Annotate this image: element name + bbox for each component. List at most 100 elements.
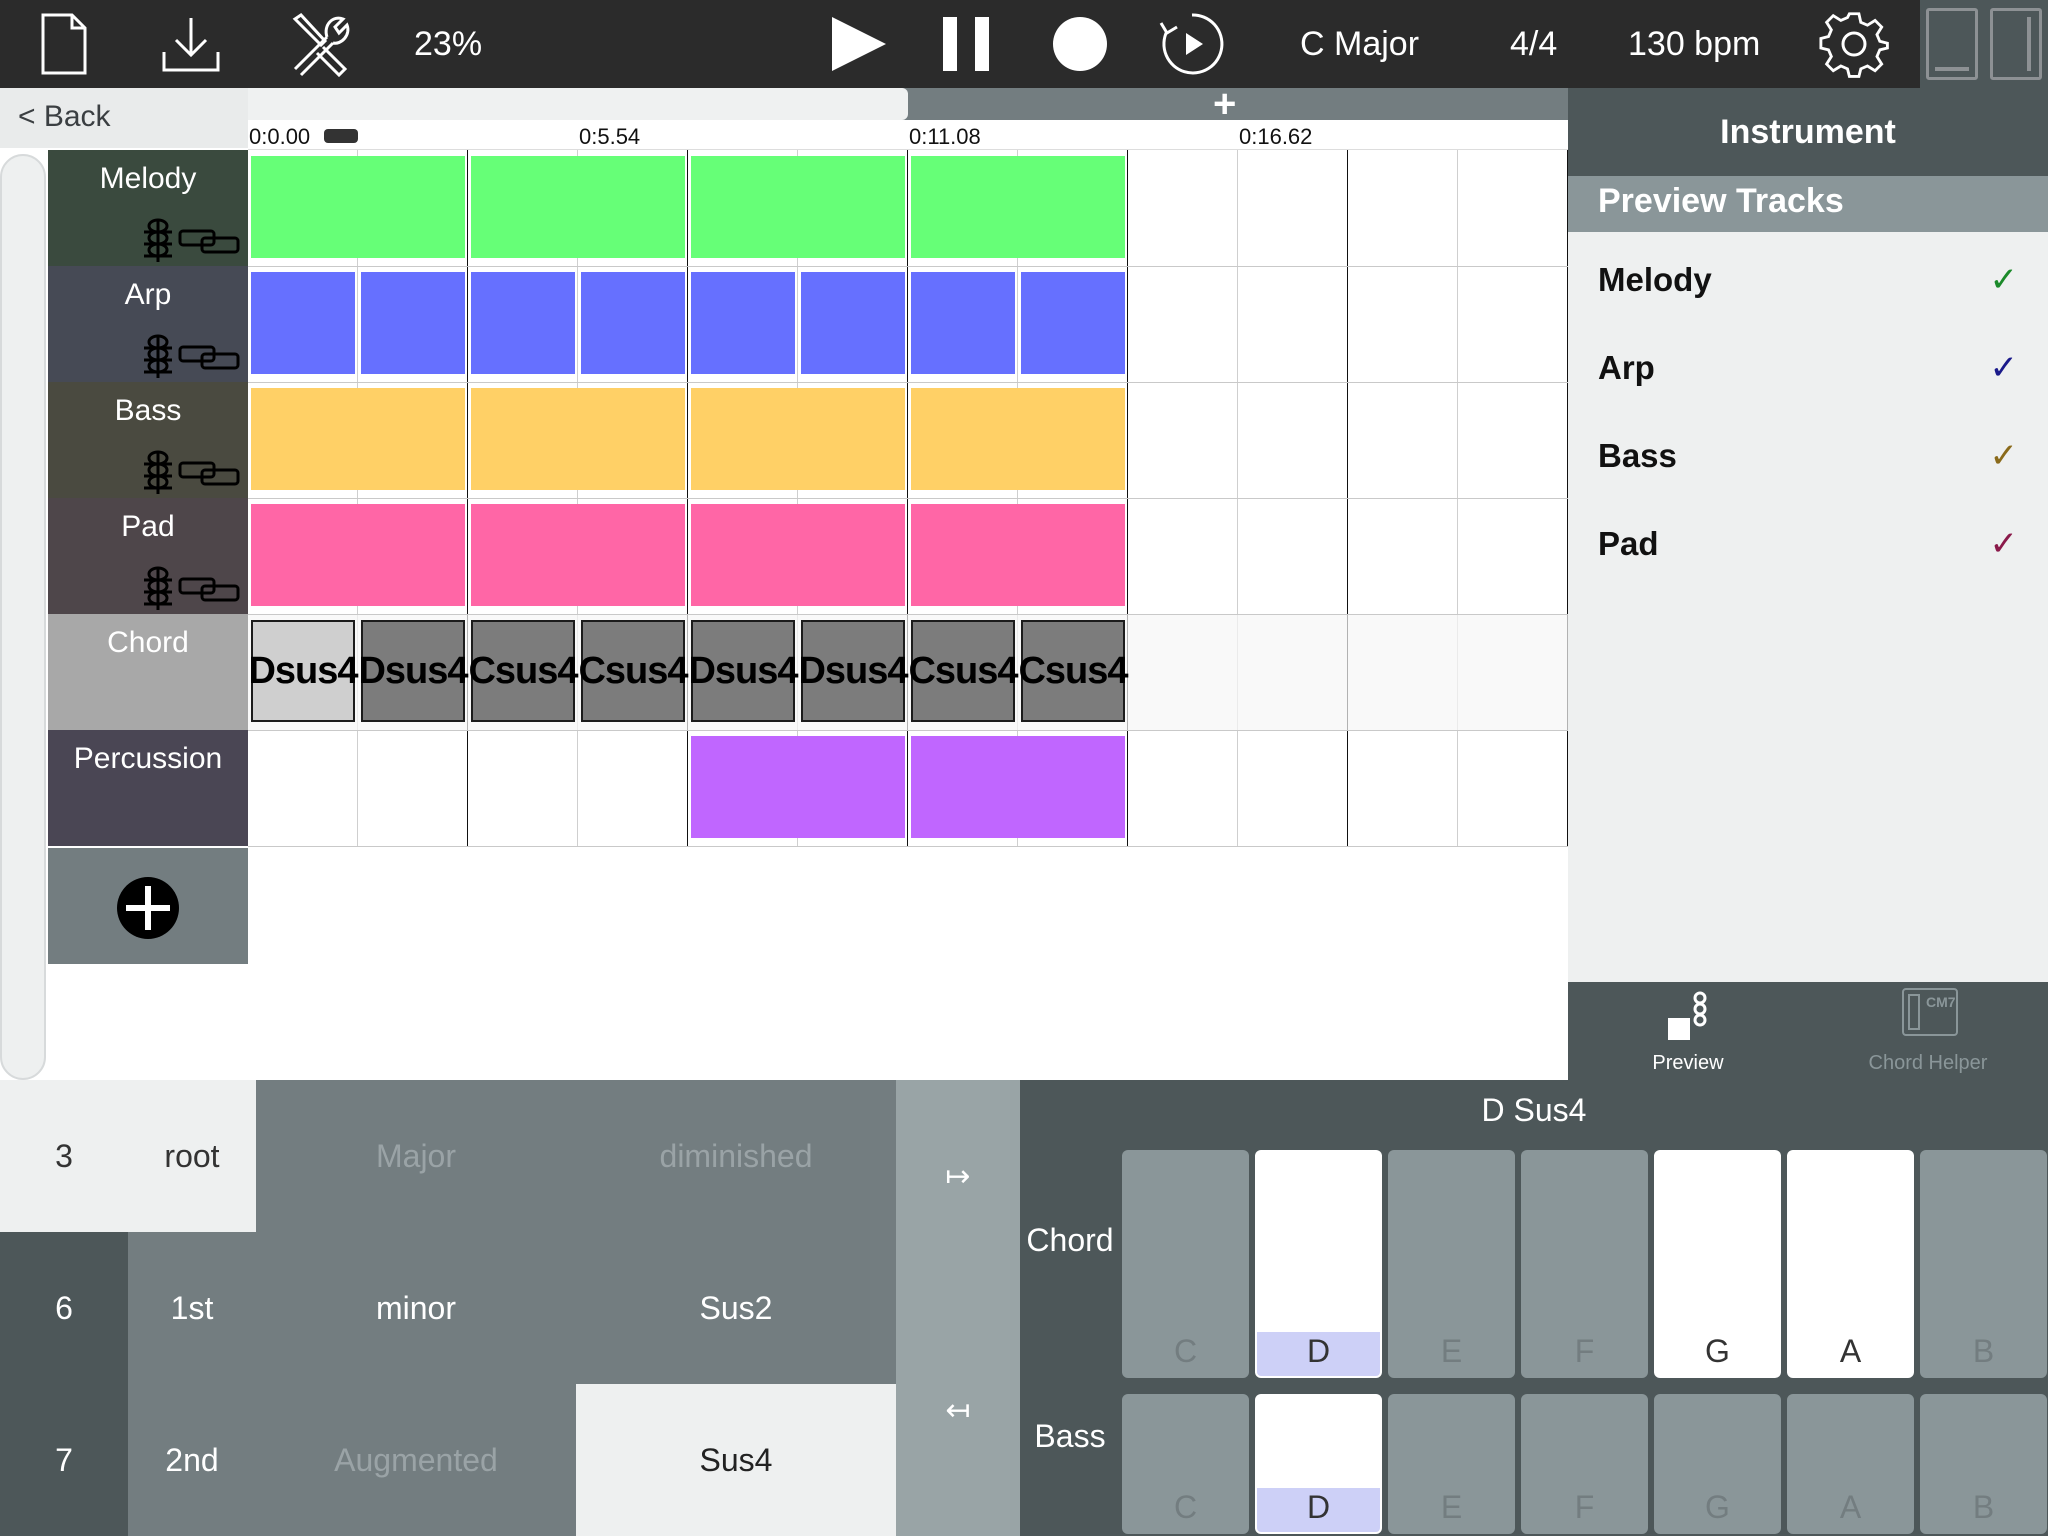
bass-key-b[interactable]: B <box>1920 1394 2047 1534</box>
tools-icon[interactable] <box>284 0 356 88</box>
track-header-melody[interactable]: Melody <box>48 150 248 266</box>
preview-track-bass[interactable]: Bass ✓ <box>1598 412 2018 500</box>
extension-3[interactable]: 3 <box>0 1080 128 1232</box>
gear-icon[interactable] <box>1818 0 1890 88</box>
bottom-panel-toggle-icon[interactable] <box>1926 8 1978 80</box>
quality-sus2[interactable]: Sus2 <box>576 1232 896 1384</box>
tab-preview[interactable]: Preview <box>1568 982 1808 1080</box>
side-panel-toggle-icon[interactable] <box>1990 8 2042 80</box>
chord-block[interactable]: Csus4 <box>578 620 689 722</box>
clip-melody[interactable] <box>471 156 685 258</box>
clip-pad[interactable] <box>911 504 1125 606</box>
extension-6[interactable]: 6 <box>0 1232 128 1384</box>
chord-key-g[interactable]: G <box>1654 1150 1781 1378</box>
track-header-chord[interactable]: Chord <box>48 614 248 730</box>
clip-arp[interactable] <box>581 272 685 374</box>
bass-key-e[interactable]: E <box>1388 1394 1515 1534</box>
timeline-scrollbar[interactable]: + <box>248 82 1568 126</box>
chord-block[interactable]: Dsus4 <box>798 620 909 722</box>
inversion-root[interactable]: root <box>128 1080 256 1232</box>
clip-percussion[interactable] <box>691 736 905 838</box>
quality-sus4[interactable]: Sus4 <box>576 1384 896 1536</box>
chord-key-c[interactable]: C <box>1122 1150 1249 1378</box>
clip-arp[interactable] <box>911 272 1015 374</box>
clip-melody[interactable] <box>911 156 1125 258</box>
clip-arp[interactable] <box>361 272 465 374</box>
vertical-scrollbar[interactable] <box>0 154 46 1080</box>
bass-key-f[interactable]: F <box>1521 1394 1648 1534</box>
chord-key-e[interactable]: E <box>1388 1150 1515 1378</box>
quality-minor[interactable]: minor <box>256 1232 576 1384</box>
clip-pad[interactable] <box>471 504 685 606</box>
clip-percussion[interactable] <box>911 736 1125 838</box>
timeline-ruler[interactable]: 0:0.00 0:5.54 0:11.08 0:16.62 <box>248 120 1568 150</box>
chord-block[interactable]: Dsus4 <box>688 620 799 722</box>
playhead[interactable] <box>324 129 358 143</box>
track-header-pad[interactable]: Pad <box>48 498 248 614</box>
arrangement-grid[interactable]: Dsus4 Dsus4 Csus4 Csus4 Dsus4 Dsus4 Csus4 Csus4 <box>248 150 1568 847</box>
tempo[interactable]: 130 bpm <box>1628 0 1760 88</box>
instrument-icon[interactable] <box>140 218 176 264</box>
clip-arp[interactable] <box>801 272 905 374</box>
track-header-bass[interactable]: Bass <box>48 382 248 498</box>
track-header-arp[interactable]: Arp <box>48 266 248 382</box>
tab-chord-helper[interactable]: CM7 Chord Helper <box>1808 982 2048 1080</box>
quality-major[interactable]: Major <box>256 1080 576 1232</box>
clip-arp[interactable] <box>691 272 795 374</box>
clip-bass[interactable] <box>691 388 905 490</box>
bass-key-d[interactable]: D <box>1255 1394 1382 1534</box>
key-signature[interactable]: C Major <box>1300 0 1419 88</box>
chord-key-a[interactable]: A <box>1787 1150 1914 1378</box>
instrument-icon[interactable] <box>140 334 176 380</box>
shift-right-button[interactable]: ↦ <box>896 1136 1020 1216</box>
preview-tracks-header: Preview Tracks <box>1568 176 2048 232</box>
chord-block[interactable]: Dsus4 <box>248 620 359 722</box>
shift-left-button[interactable]: ↤ <box>896 1370 1020 1450</box>
chord-key-b[interactable]: B <box>1920 1150 2047 1378</box>
bass-key-g[interactable]: G <box>1654 1394 1781 1534</box>
link-icon[interactable] <box>178 574 240 604</box>
clip-bass[interactable] <box>251 388 465 490</box>
clip-pad[interactable] <box>691 504 905 606</box>
clip-bass[interactable] <box>911 388 1125 490</box>
quality-diminished[interactable]: diminished <box>576 1080 896 1232</box>
preview-track-arp[interactable]: Arp ✓ <box>1598 324 2018 412</box>
clip-bass[interactable] <box>471 388 685 490</box>
instrument-icon[interactable] <box>140 566 176 612</box>
clip-melody[interactable] <box>251 156 465 258</box>
download-icon[interactable] <box>158 0 224 88</box>
pause-icon[interactable] <box>940 0 992 88</box>
record-icon[interactable] <box>1050 0 1110 88</box>
scroll-thumb[interactable] <box>248 88 908 120</box>
link-icon[interactable] <box>178 226 240 256</box>
back-button[interactable]: < Back <box>18 100 111 134</box>
new-file-icon[interactable] <box>36 0 92 88</box>
inversion-1st[interactable]: 1st <box>128 1232 256 1384</box>
chord-block[interactable]: Csus4 <box>908 620 1019 722</box>
clip-pad[interactable] <box>251 504 465 606</box>
clip-melody[interactable] <box>691 156 905 258</box>
play-icon[interactable] <box>826 0 890 88</box>
clip-arp[interactable] <box>471 272 575 374</box>
track-header-percussion[interactable]: Percussion <box>48 730 248 846</box>
loop-play-icon[interactable] <box>1158 0 1226 88</box>
instrument-icon[interactable] <box>140 450 176 496</box>
chord-block[interactable]: Dsus4 <box>358 620 469 722</box>
link-icon[interactable] <box>178 342 240 372</box>
chord-key-d[interactable]: D <box>1255 1150 1382 1378</box>
extension-7[interactable]: 7 <box>0 1384 128 1536</box>
clip-arp[interactable] <box>1021 272 1125 374</box>
bass-key-a[interactable]: A <box>1787 1394 1914 1534</box>
chord-key-f[interactable]: F <box>1521 1150 1648 1378</box>
chord-block[interactable]: Csus4 <box>468 620 579 722</box>
chord-block[interactable]: Csus4 <box>1018 620 1129 722</box>
add-track-icon[interactable] <box>116 876 180 945</box>
clip-arp[interactable] <box>251 272 355 374</box>
inversion-2nd[interactable]: 2nd <box>128 1384 256 1536</box>
bass-key-c[interactable]: C <box>1122 1394 1249 1534</box>
preview-track-melody[interactable]: Melody ✓ <box>1598 236 2018 324</box>
quality-augmented[interactable]: Augmented <box>256 1384 576 1536</box>
preview-track-pad[interactable]: Pad ✓ <box>1598 500 2018 588</box>
time-signature[interactable]: 4/4 <box>1510 0 1557 88</box>
link-icon[interactable] <box>178 458 240 488</box>
